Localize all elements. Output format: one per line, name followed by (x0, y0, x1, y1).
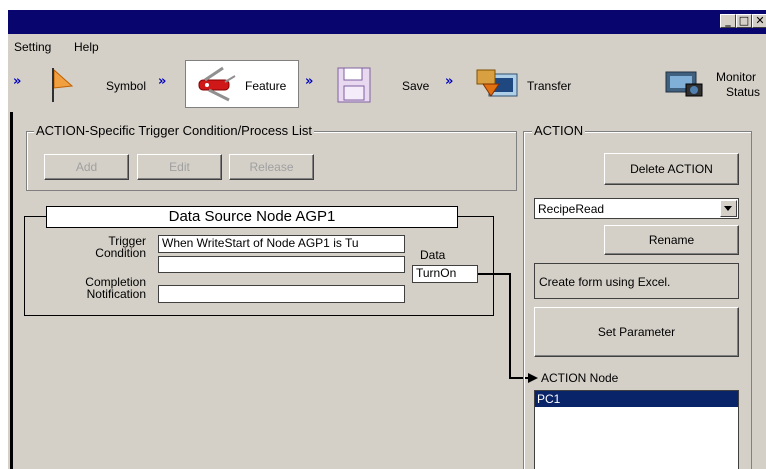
dropdown-button[interactable] (720, 200, 737, 217)
add-button[interactable]: Add (44, 154, 129, 180)
connector-line-v (509, 273, 511, 379)
data-source-node-title: Data Source Node AGP1 (46, 206, 458, 228)
menu-help[interactable]: Help (74, 40, 99, 54)
connector-line-h1 (478, 273, 510, 275)
action-node-list[interactable]: PC1 (534, 390, 739, 469)
chevron-down-icon (724, 206, 732, 211)
close-button[interactable]: ✕ (752, 14, 766, 28)
window-title-bar: _ □ ✕ (8, 10, 766, 34)
step-save-label[interactable]: Save (402, 79, 429, 93)
chevron-right-icon: » (305, 74, 314, 89)
step-feature-label[interactable]: Feature (245, 79, 286, 93)
data-output-field[interactable]: TurnOn (412, 265, 478, 283)
rename-button[interactable]: Rename (604, 225, 739, 255)
step-transfer-label[interactable]: Transfer (527, 79, 571, 93)
condition-label: Condition (95, 246, 146, 260)
set-parameter-button[interactable]: Set Parameter (534, 307, 739, 357)
transfer-icon (476, 69, 518, 97)
menu-setting[interactable]: Setting (14, 40, 51, 54)
step-symbol-label[interactable]: Symbol (106, 79, 146, 93)
flag-icon (52, 68, 74, 102)
trigger-condition-field-2[interactable] (158, 256, 405, 273)
action-node-label: ACTION Node (541, 371, 619, 385)
monitor-status-button[interactable]: Monitor Status (656, 58, 766, 108)
chevron-right-icon: » (158, 74, 167, 89)
status-label: Status (726, 85, 761, 99)
trigger-condition-field[interactable]: When WriteStart of Node AGP1 is Tu (158, 235, 405, 253)
floppy-disk-icon (337, 67, 371, 103)
notification-label: Notification (86, 287, 146, 301)
minimize-button[interactable]: _ (720, 14, 736, 28)
trigger-list-title: ACTION-Specific Trigger Condition/Proces… (34, 123, 314, 138)
list-item-selected[interactable]: PC1 (535, 391, 738, 407)
knife-icon (198, 66, 236, 102)
completion-notification-field[interactable] (158, 285, 405, 303)
action-group-title: ACTION (532, 123, 586, 138)
delete-action-button[interactable]: Delete ACTION (604, 153, 739, 185)
edit-button[interactable]: Edit (137, 154, 222, 180)
chevron-right-icon: » (445, 74, 454, 89)
monitor-camera-icon (665, 71, 703, 97)
chevron-right-icon: » (13, 74, 22, 89)
action-select[interactable]: RecipeRead (534, 198, 739, 219)
left-connector-line (10, 112, 13, 469)
monitor-label: Monitor (716, 70, 757, 84)
action-select-value: RecipeRead (538, 202, 605, 216)
excel-form-button[interactable]: Create form using Excel. (534, 263, 739, 299)
release-button[interactable]: Release (229, 154, 314, 180)
maximize-button[interactable]: □ (736, 14, 752, 28)
data-label: Data (420, 248, 446, 262)
